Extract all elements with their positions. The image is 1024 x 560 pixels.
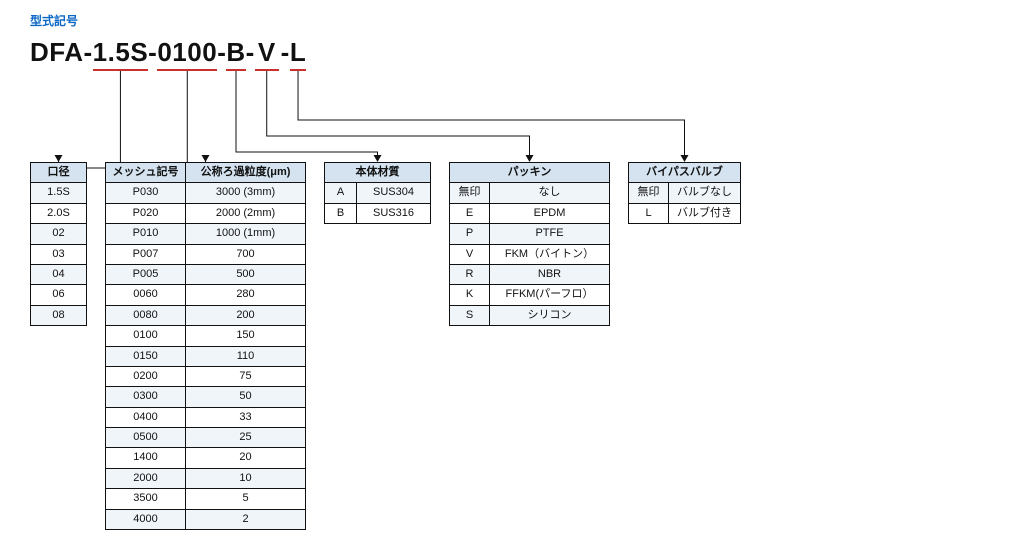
dash2: - — [148, 37, 157, 68]
model-seg-bore: 1.5S — [93, 37, 149, 68]
table-cell: バルブ付き — [669, 203, 741, 223]
table-cell: NBR — [490, 264, 610, 284]
table-cell: 0060 — [106, 285, 186, 305]
table-cell: 4000 — [106, 509, 186, 529]
table-cell: 700 — [186, 244, 306, 264]
model-code: DFA-1.5S-0100-B-V-L — [30, 37, 994, 68]
table-cell: 1400 — [106, 448, 186, 468]
table-cell: なし — [490, 183, 610, 203]
table-cell: 10 — [186, 468, 306, 488]
table-cell: P010 — [106, 224, 186, 244]
model-prefix: DFA — [30, 37, 84, 68]
table-cell: 75 — [186, 366, 306, 386]
table-cell: 2 — [186, 509, 306, 529]
table-cell: 無印 — [629, 183, 669, 203]
table-cell: E — [450, 203, 490, 223]
table-cell: SUS316 — [357, 203, 431, 223]
table-cell: 50 — [186, 387, 306, 407]
table-cell: EPDM — [490, 203, 610, 223]
table-cell: 0300 — [106, 387, 186, 407]
table-material: 本体材質 ASUS304BSUS316 — [324, 162, 431, 224]
table-cell: 0080 — [106, 305, 186, 325]
table-cell: 06 — [31, 285, 87, 305]
table-cell: 0500 — [106, 428, 186, 448]
table-cell: PTFE — [490, 224, 610, 244]
table-mesh-header-0: メッシュ記号 — [106, 163, 186, 183]
model-seg-material: B — [226, 37, 245, 68]
dash5: - — [279, 37, 290, 68]
table-cell: K — [450, 285, 490, 305]
table-bore-header: 口径 — [31, 163, 87, 183]
table-cell: L — [629, 203, 669, 223]
table-cell: 2000 (2mm) — [186, 203, 306, 223]
dash3: - — [217, 37, 226, 68]
table-packing-header: パッキン — [450, 163, 610, 183]
table-cell: 03 — [31, 244, 87, 264]
table-cell: 2000 — [106, 468, 186, 488]
table-cell: R — [450, 264, 490, 284]
table-cell: P007 — [106, 244, 186, 264]
table-material-header: 本体材質 — [325, 163, 431, 183]
table-cell: 0100 — [106, 326, 186, 346]
table-cell: 20 — [186, 448, 306, 468]
table-cell: A — [325, 183, 357, 203]
table-cell: 08 — [31, 305, 87, 325]
table-cell: シリコン — [490, 305, 610, 325]
table-cell: P020 — [106, 203, 186, 223]
table-cell: 0200 — [106, 366, 186, 386]
table-cell: 無印 — [450, 183, 490, 203]
table-cell: 1.5S — [31, 183, 87, 203]
section-title: 型式記号 — [30, 12, 994, 29]
table-cell: 3500 — [106, 489, 186, 509]
table-mesh-header-1: 公称ろ過粒度(μm) — [186, 163, 306, 183]
table-cell: 0150 — [106, 346, 186, 366]
table-cell: 04 — [31, 264, 87, 284]
table-cell: バルブなし — [669, 183, 741, 203]
table-cell: SUS304 — [357, 183, 431, 203]
model-seg-packing: V — [255, 37, 279, 68]
table-cell: P030 — [106, 183, 186, 203]
dash4: - — [246, 37, 255, 68]
table-cell: 2.0S — [31, 203, 87, 223]
table-cell: V — [450, 244, 490, 264]
dash1: - — [84, 37, 93, 68]
table-cell: 33 — [186, 407, 306, 427]
table-cell: 500 — [186, 264, 306, 284]
table-cell: 280 — [186, 285, 306, 305]
table-cell: P005 — [106, 264, 186, 284]
table-cell: 110 — [186, 346, 306, 366]
model-seg-bypass: L — [290, 37, 306, 68]
table-mesh: メッシュ記号 公称ろ過粒度(μm) P0303000 (3mm)P0202000… — [105, 162, 306, 530]
table-cell: 150 — [186, 326, 306, 346]
table-cell: FKM（バイトン） — [490, 244, 610, 264]
table-cell: 25 — [186, 428, 306, 448]
table-cell: 5 — [186, 489, 306, 509]
table-cell: FFKM(パーフロ） — [490, 285, 610, 305]
table-cell: B — [325, 203, 357, 223]
table-cell: 3000 (3mm) — [186, 183, 306, 203]
table-bypass-header: バイパスバルブ — [629, 163, 741, 183]
table-cell: 1000 (1mm) — [186, 224, 306, 244]
table-cell: S — [450, 305, 490, 325]
model-seg-mesh: 0100 — [157, 37, 217, 68]
table-cell: 02 — [31, 224, 87, 244]
table-cell: P — [450, 224, 490, 244]
table-cell: 200 — [186, 305, 306, 325]
table-cell: 0400 — [106, 407, 186, 427]
tables-row: 口径 1.5S2.0S0203040608 メッシュ記号 公称ろ過粒度(μm) … — [30, 162, 994, 530]
table-packing: パッキン 無印なしEEPDMPPTFEVFKM（バイトン）RNBRKFFKM(パ… — [449, 162, 610, 326]
table-bypass: バイパスバルブ 無印バルブなしLバルブ付き — [628, 162, 741, 224]
table-bore: 口径 1.5S2.0S0203040608 — [30, 162, 87, 326]
